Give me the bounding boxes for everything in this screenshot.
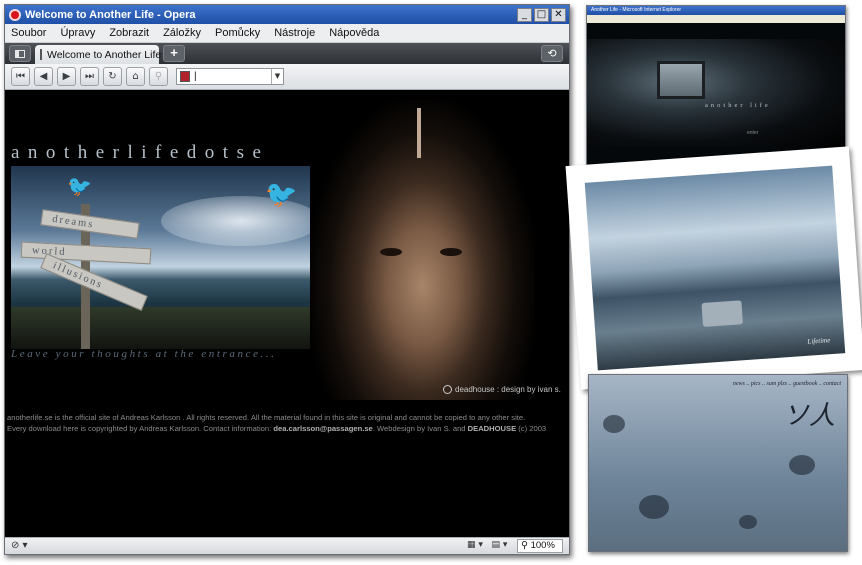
closed-tabs-icon[interactable]: ⟲ — [541, 45, 563, 62]
surreal-landscape-image: Lifetime — [584, 165, 846, 371]
fast-forward-icon[interactable]: ⏭ — [80, 67, 99, 86]
reload-icon[interactable]: ↻ — [103, 67, 122, 86]
opera-logo-icon — [9, 8, 21, 21]
panel-toggle-icon[interactable] — [9, 45, 31, 62]
thumb-title-bar: Another Life - Microsoft Internet Explor… — [587, 6, 845, 15]
deadhouse-link[interactable]: DEADHOUSE — [468, 424, 517, 433]
window-controls: _ □ ✕ — [517, 7, 566, 22]
address-value: | — [194, 71, 197, 82]
status-bar: ⊘ ▾ ▦ ▾ ▤ ▾ ⚲ 100% — [5, 537, 569, 554]
address-favicon-icon — [180, 71, 190, 82]
footer-line: Every download here is copyrighted by An… — [7, 424, 547, 433]
torn-photo: Lifetime — [565, 146, 862, 390]
status-menu-icon[interactable]: ⊘ ▾ — [11, 540, 28, 551]
navigation-bar: ⏮ ◀ ▶ ⏭ ↻ ⌂ ⚲ | ▼ — [5, 64, 569, 90]
title-bar: Welcome to Another Life - Opera _ □ ✕ — [5, 5, 569, 24]
design-credit: deadhouse : design by ivan s. — [443, 385, 561, 395]
menu-nastroje[interactable]: Nástroje — [274, 27, 315, 39]
zoom-field[interactable]: ⚲ 100% — [517, 539, 563, 553]
tab-welcome[interactable]: Welcome to Another Life ✕ — [35, 45, 170, 64]
page-viewport: anotherlifedotse dreams world illusions … — [5, 90, 569, 538]
menu-soubor[interactable]: Soubor — [11, 27, 46, 39]
thumb-enter-link: enter — [747, 130, 759, 136]
menu-pomucky[interactable]: Pomůcky — [215, 27, 260, 39]
site-footer: anotherlife.se is the official site of A… — [5, 412, 569, 434]
scribble-art: ソ人 — [782, 401, 835, 430]
window-title: Welcome to Another Life - Opera — [25, 8, 196, 21]
menu-upravy[interactable]: Úpravy — [60, 27, 95, 39]
room-image — [587, 39, 845, 147]
sign-dreams: dreams — [40, 209, 140, 239]
address-dropdown-icon[interactable]: ▼ — [271, 69, 283, 84]
crow-icon: 🐦 — [67, 174, 92, 198]
photo-signature: Lifetime — [807, 336, 831, 346]
home-icon[interactable]: ⌂ — [126, 67, 145, 86]
tagline: Leave your thoughts at the entrance... — [11, 348, 277, 360]
contact-email-link[interactable]: dea.carlsson@passagen.se — [273, 424, 372, 433]
close-button[interactable]: ✕ — [551, 7, 566, 22]
sign-world: world — [20, 241, 152, 265]
back-icon[interactable]: ◀ — [34, 67, 53, 86]
status-icons[interactable]: ▦ ▾ ▤ ▾ — [467, 540, 507, 550]
thumb-nav: news .. pics .. sum plzs .. guestbook ..… — [732, 381, 841, 387]
tab-bar: Welcome to Another Life ✕ + ⟲ — [5, 43, 569, 64]
magnifier-icon: ⚲ — [521, 540, 531, 551]
opera-window: Welcome to Another Life - Opera _ □ ✕ So… — [4, 4, 570, 555]
forward-icon[interactable]: ▶ — [57, 67, 76, 86]
site-title: anotherlifedotse — [11, 142, 270, 163]
rewind-icon[interactable]: ⏮ — [11, 67, 30, 86]
news-page-thumbnail: news .. pics .. sum plzs .. guestbook ..… — [588, 374, 848, 552]
wand-icon[interactable]: ⚲ — [149, 67, 168, 86]
deadhouse-logo-icon — [443, 385, 452, 395]
maximize-button[interactable]: □ — [534, 7, 549, 22]
tab-label: Welcome to Another Life — [47, 48, 162, 61]
crow-icon: 🐦 — [265, 180, 298, 210]
favicon-icon — [40, 49, 42, 60]
footer-line: anotherlife.se is the official site of A… — [7, 413, 526, 422]
new-tab-button[interactable]: + — [163, 45, 185, 62]
address-field[interactable]: | ▼ — [176, 68, 284, 85]
menu-zobrazit[interactable]: Zobrazit — [109, 27, 149, 39]
menu-zalozky[interactable]: Záložky — [163, 27, 201, 39]
portrait-image — [310, 100, 535, 400]
menu-napoveda[interactable]: Nápověda — [329, 27, 379, 39]
minimize-button[interactable]: _ — [517, 7, 532, 22]
menu-bar: Soubor Úpravy Zobrazit Záložky Pomůcky N… — [5, 24, 569, 43]
thumb-caption: another life — [705, 102, 771, 109]
